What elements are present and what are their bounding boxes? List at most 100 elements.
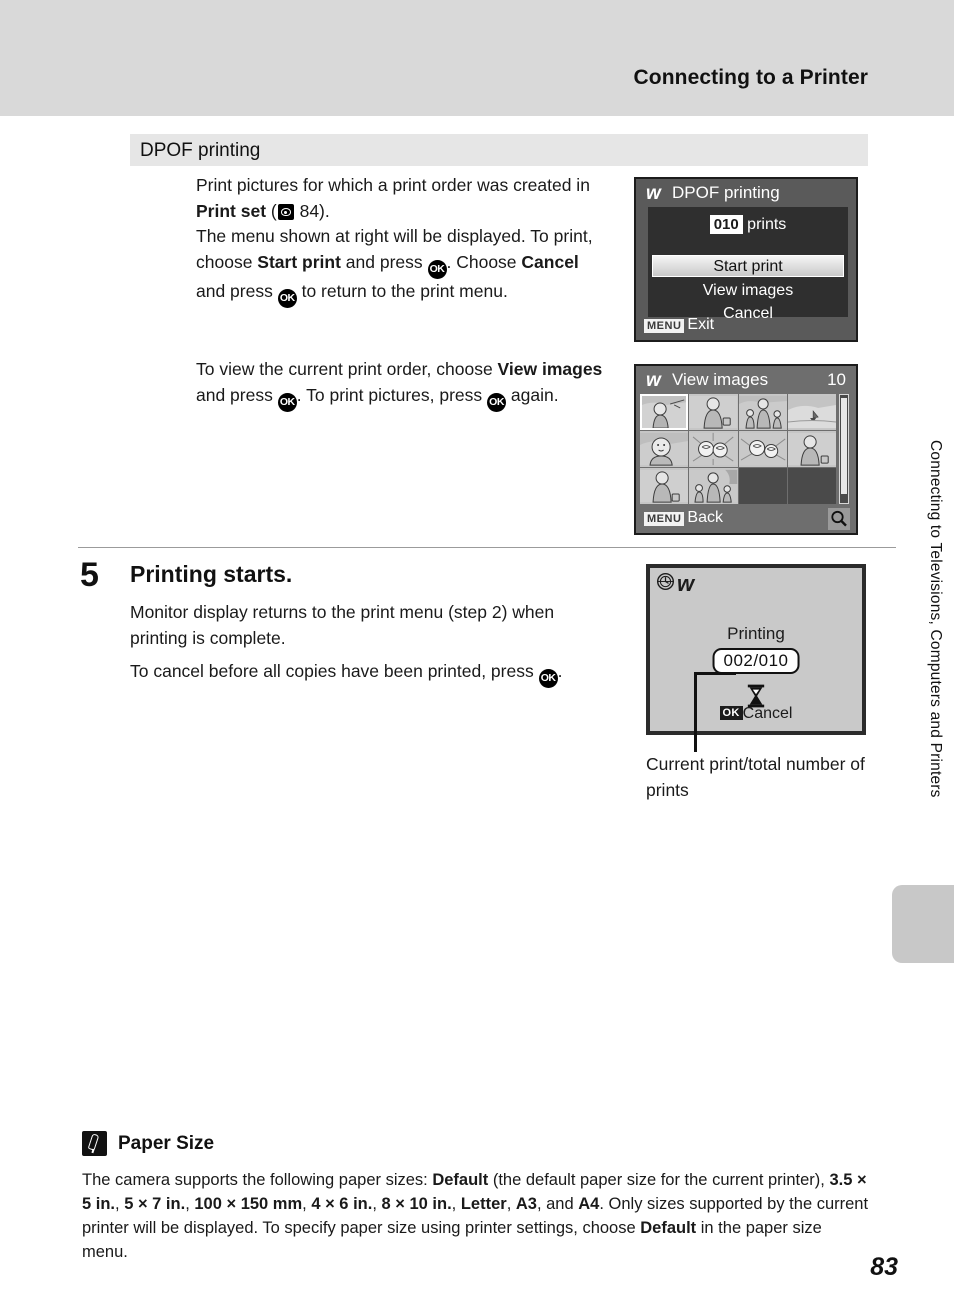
text-fragment: To cancel before all copies have been pr… — [130, 661, 539, 681]
text-fragment: to return to the print menu. — [296, 280, 508, 301]
page-header-band — [0, 0, 954, 116]
paper-size-2: 5 × 7 in. — [124, 1195, 186, 1213]
scrollbar[interactable] — [839, 394, 849, 504]
paper-size-4: 4 × 6 in. — [311, 1195, 373, 1213]
screen-title: DPOF printing — [672, 183, 780, 202]
term-start-print: Start print — [257, 251, 341, 272]
footer-exit-label: Exit — [687, 316, 715, 333]
dpof-panel: 010 prints Start print View images Cance… — [648, 207, 848, 322]
text-fragment: (the default paper size for the current … — [488, 1171, 830, 1189]
thumbnail-cell[interactable] — [738, 431, 787, 467]
thumbnail-cell[interactable] — [640, 431, 689, 467]
text-fragment: . Choose — [446, 251, 522, 272]
footer-back-label: Back — [687, 509, 723, 526]
callout-caption: Current print/total number of prints — [646, 754, 865, 800]
note-body: The camera supports the following paper … — [82, 1168, 872, 1264]
text-fragment: , — [372, 1195, 382, 1213]
text-fragment: 84). — [294, 200, 330, 221]
text-fragment: . To print pictures, press — [296, 384, 488, 405]
callout-leader-vertical — [694, 672, 697, 752]
term-print-set: Print set — [196, 200, 267, 221]
step-number: 5 — [80, 556, 99, 594]
paper-size-3: 100 × 150 mm — [194, 1195, 303, 1213]
menu-button-badge[interactable]: MENU — [644, 512, 685, 526]
menu-item-start-print[interactable]: Start print — [652, 255, 844, 277]
clock-icon — [656, 572, 675, 596]
text-fragment: , — [451, 1195, 461, 1213]
thumbnail-cell[interactable] — [689, 468, 738, 504]
text-fragment: again. — [506, 384, 559, 405]
thumbnail-cell[interactable] — [787, 394, 836, 430]
pictbridge-icon: w — [646, 370, 661, 391]
text-fragment: , and — [536, 1195, 579, 1213]
text-fragment: and press — [196, 280, 278, 301]
screen-footer: MENU Exit — [636, 316, 856, 338]
prints-row: 010 prints — [648, 215, 848, 234]
callout-leader-horizontal — [694, 672, 736, 675]
camera-screen-printing: w Printing 002/010 OK Cancel — [646, 564, 866, 735]
thumbnail-cell[interactable] — [787, 431, 836, 467]
camera-screen-dpof-printing: w DPOF printing 010 prints Start print V… — [634, 177, 858, 342]
thumbnail-cell[interactable] — [689, 394, 738, 430]
ok-button-icon: OK — [277, 288, 297, 308]
magnifier-icon[interactable] — [828, 508, 850, 530]
ok-button-icon: OK — [538, 669, 558, 688]
step-paragraph-2: To cancel before all copies have been pr… — [130, 659, 610, 688]
thumbnail-grid[interactable] — [640, 394, 836, 504]
ok-button-badge[interactable]: OK — [719, 706, 743, 720]
text-fragment: The camera supports the following paper … — [82, 1171, 433, 1189]
step-title: Printing starts. — [130, 561, 293, 587]
text-fragment: Print pictures for which a print order w… — [196, 175, 590, 195]
term-default: Default — [640, 1219, 697, 1237]
paragraph-view-images: To view the current print order, choose … — [196, 357, 606, 412]
text-fragment: and press — [196, 384, 278, 405]
term-default: Default — [432, 1171, 489, 1189]
text-fragment: To view the current print order, choose — [196, 359, 498, 379]
prints-label: prints — [747, 216, 787, 233]
cancel-row[interactable]: OK Cancel — [650, 705, 862, 723]
scrollbar-thumb[interactable] — [841, 398, 847, 494]
chapter-tab-label: Connecting to Televisions, Computers and… — [927, 440, 944, 798]
thumbnail-cell-empty — [787, 468, 836, 504]
paragraph-dpof-intro: Print pictures for which a print order w… — [196, 173, 596, 308]
paper-size-6: Letter — [460, 1195, 507, 1213]
status-icons: w — [656, 572, 694, 596]
print-counter: 002/010 — [712, 648, 800, 674]
menu-item-view-images[interactable]: View images — [656, 280, 840, 302]
printing-status-label: Printing — [727, 624, 785, 643]
camera-screen-view-images: w View images 10 MENU Back — [634, 364, 858, 535]
text-fragment: ( — [266, 200, 277, 221]
pictbridge-icon: w — [677, 571, 695, 596]
text-fragment: and press — [340, 251, 428, 272]
ok-button-icon: OK — [427, 259, 447, 279]
screen-title: View images — [672, 370, 769, 389]
thumbnail-cell[interactable] — [738, 394, 787, 430]
cancel-label: Cancel — [742, 705, 793, 722]
section-divider — [78, 547, 896, 548]
ok-button-icon: OK — [277, 392, 297, 412]
text-fragment: , — [506, 1195, 516, 1213]
term-view-images: View images — [497, 359, 603, 379]
text-fragment: . — [557, 661, 563, 681]
text-fragment: , — [115, 1195, 125, 1213]
chapter-tab-marker — [892, 885, 954, 963]
thumbnail-cell[interactable] — [640, 394, 689, 430]
menu-button-badge[interactable]: MENU — [644, 319, 685, 333]
section-title: DPOF printing — [140, 140, 261, 161]
ok-button-icon: OK — [487, 392, 507, 412]
thumbnail-cell[interactable] — [640, 468, 689, 504]
page-reference-icon — [277, 203, 294, 220]
paper-size-7: A3 — [515, 1195, 537, 1213]
thumbnail-cell[interactable] — [689, 431, 738, 467]
note-title: Paper Size — [118, 1133, 215, 1154]
paper-size-5: 8 × 10 in. — [381, 1195, 452, 1213]
page-header-title: Connecting to a Printer — [633, 66, 868, 89]
step-paragraph-1: Monitor display returns to the print men… — [130, 602, 555, 648]
paper-size-8: A4 — [578, 1195, 600, 1213]
prints-count-field[interactable]: 010 — [709, 215, 743, 234]
page-number: 83 — [870, 1253, 898, 1281]
pictbridge-icon: w — [646, 183, 661, 204]
thumbnail-cell-empty — [738, 468, 787, 504]
text-fragment: , — [185, 1195, 195, 1213]
term-cancel: Cancel — [521, 251, 579, 272]
